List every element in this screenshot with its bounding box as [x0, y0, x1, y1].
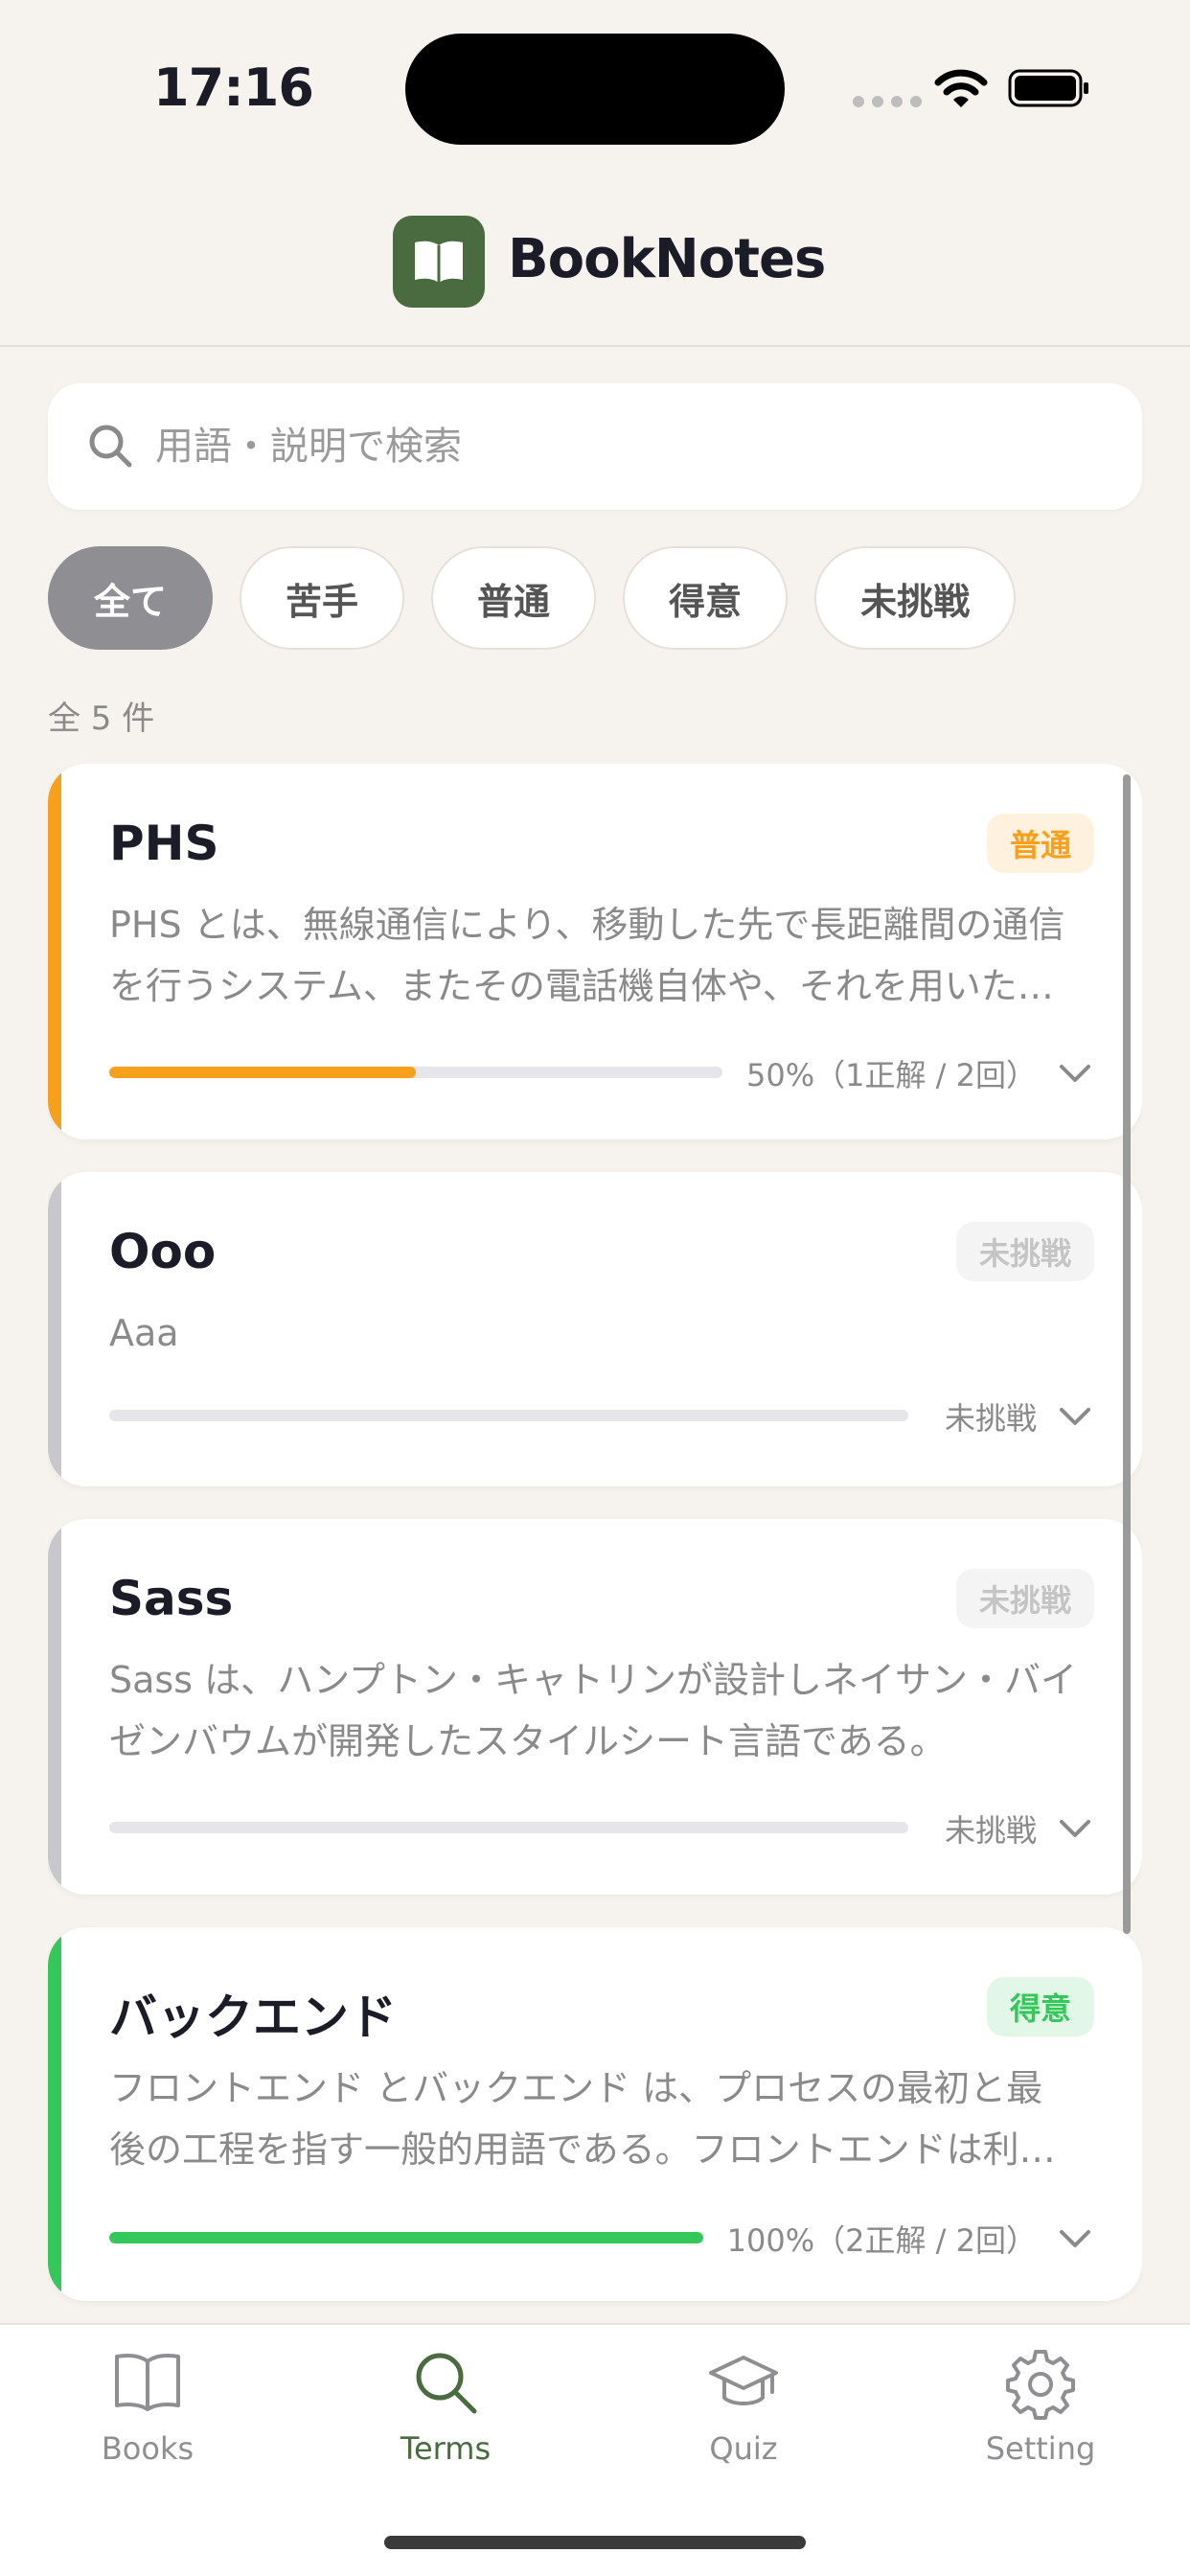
term-title: バックエンド — [109, 1990, 397, 2045]
progress-bar — [109, 1822, 908, 1833]
term-description: Sass は、ハンプトン・キャトリンが設計しネイサン・バイゼンバウムが開発したス… — [109, 1659, 1077, 1762]
chevron-down-icon[interactable] — [1058, 1063, 1092, 1084]
term-card[interactable]: Ooo 未挑戦 Aaa 未挑戦 — [48, 1172, 1142, 1486]
filter-chip-normal[interactable]: 普通 — [431, 546, 597, 650]
progress-label: 未挑戦 — [944, 1400, 1037, 1437]
progress-fill — [109, 2232, 703, 2243]
filter-chip-untried[interactable]: 未挑戦 — [814, 546, 1017, 650]
progress-label: 未挑戦 — [944, 1812, 1037, 1849]
tab-label: Setting — [985, 2430, 1096, 2467]
filter-chip-all[interactable]: 全て — [48, 546, 214, 650]
app-logo — [393, 216, 485, 308]
term-card[interactable]: PHS 普通 PHS とは、無線通信により、移動した先で長距離間の通信を行うシス… — [48, 764, 1142, 1139]
app-header: BookNotes — [0, 172, 1190, 347]
status-time: 17:16 — [153, 58, 314, 118]
status-badge: 未挑戦 — [955, 1222, 1094, 1281]
gear-icon — [1006, 2350, 1075, 2420]
book-open-icon — [115, 2354, 180, 2411]
card-accent — [48, 1927, 61, 2301]
chevron-down-icon[interactable] — [1058, 1406, 1092, 1427]
search-input[interactable] — [155, 412, 1113, 481]
tab-setting[interactable]: Setting — [926, 2344, 1156, 2488]
term-description: フロントエンド とバックエンド は、プロセスの最初と最後の工程を指す一般的用語で… — [109, 2067, 1056, 2171]
book-logo-icon — [415, 241, 463, 283]
status-badge: 未挑戦 — [955, 1569, 1094, 1628]
card-accent — [48, 1519, 61, 1895]
card-accent — [48, 764, 61, 1139]
chevron-down-icon[interactable] — [1058, 1818, 1092, 1839]
status-badge: 普通 — [986, 814, 1094, 873]
progress-fill — [109, 1067, 416, 1078]
home-indicator — [384, 2536, 806, 2549]
tab-terms[interactable]: Terms — [331, 2344, 561, 2488]
battery-icon — [1008, 69, 1088, 107]
term-description: Aaa — [109, 1312, 179, 1354]
filter-chip-weak[interactable]: 苦手 — [240, 546, 405, 650]
status-badge: 得意 — [986, 1977, 1094, 2036]
progress-bar — [109, 1410, 908, 1421]
progress-label: 100%（2正解 / 2回） — [726, 2222, 1037, 2259]
graduation-cap-icon — [709, 2356, 778, 2405]
search-icon — [416, 2353, 477, 2414]
search-bar[interactable] — [48, 383, 1142, 510]
term-list: PHS 普通 PHS とは、無線通信により、移動した先で長距離間の通信を行うシス… — [48, 764, 1142, 2307]
tab-label: Books — [101, 2430, 195, 2467]
progress-bar — [109, 1067, 722, 1078]
result-count: 全 5 件 — [48, 700, 155, 738]
wifi-icon — [934, 69, 988, 107]
term-description: PHS とは、無線通信により、移動した先で長距離間の通信を行うシステム、またその… — [109, 904, 1065, 1007]
tab-label: Quiz — [709, 2430, 778, 2467]
filter-chips: 全て 苦手 普通 得意 未挑戦 — [48, 546, 1017, 650]
tab-quiz[interactable]: Quiz — [629, 2344, 858, 2488]
card-accent — [48, 1172, 61, 1486]
tab-books[interactable]: Books — [33, 2344, 263, 2488]
progress-bar — [109, 2232, 703, 2243]
app-title: BookNotes — [508, 228, 826, 290]
term-title: Ooo — [109, 1224, 217, 1279]
term-title: Sass — [109, 1571, 234, 1626]
cellular-signal-icon — [853, 96, 941, 107]
status-bar: 17:16 — [0, 0, 1190, 172]
progress-label: 50%（1正解 / 2回） — [746, 1057, 1037, 1093]
term-title: PHS — [109, 816, 219, 871]
screen: 17:16 BookNotes 用語・説明で検索 全て 苦手 普通 得意 未挑戦… — [0, 0, 1190, 2576]
list-scrollbar[interactable] — [1123, 774, 1131, 1934]
search-icon — [89, 425, 132, 468]
filter-chip-strong[interactable]: 得意 — [623, 546, 789, 650]
dynamic-island — [405, 34, 785, 145]
term-card[interactable]: Sass 未挑戦 Sass は、ハンプトン・キャトリンが設計しネイサン・バイゼン… — [48, 1519, 1142, 1895]
chevron-down-icon[interactable] — [1058, 2228, 1092, 2249]
tab-label: Terms — [400, 2430, 492, 2467]
term-card[interactable]: バックエンド 得意 フロントエンド とバックエンド は、プロセスの最初と最後の工… — [48, 1927, 1142, 2301]
